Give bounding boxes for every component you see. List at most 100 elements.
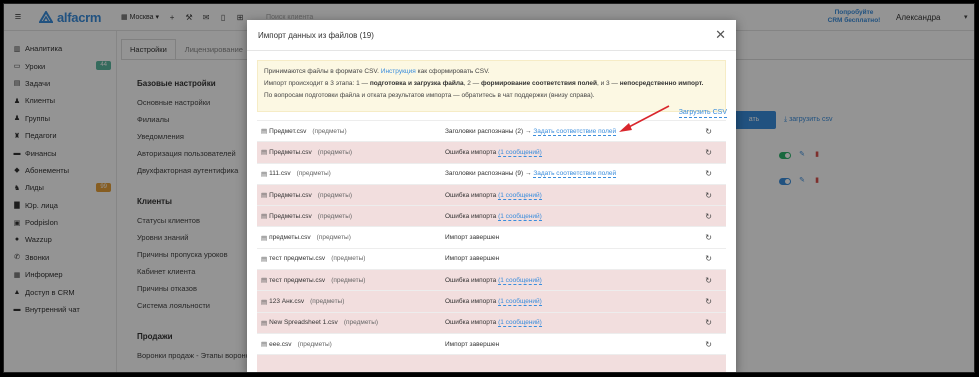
file-name: 111.csv xyxy=(269,170,291,178)
table-row: ▤ тест предметы.csv (предметы) Ошибка импор… xyxy=(257,269,726,291)
file-icon: ▤ xyxy=(261,149,268,157)
status-link[interactable]: (1 сообщений) xyxy=(498,298,542,307)
file-type: (предметы) xyxy=(297,340,332,348)
import-status: Импорт завершен xyxy=(445,234,499,241)
import-status: Ошибка импорта (1 сообщений) xyxy=(445,212,542,221)
status-text: Ошибка импорта xyxy=(445,148,497,156)
file-icon: ▤ xyxy=(261,170,268,178)
notice-line-2: Импорт происходит в 3 этапа: 1 — подгото… xyxy=(264,78,719,90)
file-icon: ▤ xyxy=(261,277,268,285)
table-row: ▤ Предметы.csv (предметы) Ошибка импорта (1… xyxy=(257,183,726,206)
upload-csv-button[interactable]: Загрузить CSV xyxy=(678,108,727,118)
file-icon: ▤ xyxy=(261,341,268,349)
modal-header: Импорт данных из файлов (19) ✕ xyxy=(247,20,736,51)
file-type: (предметы) xyxy=(312,127,347,135)
notice-text: Принимаются файлы в формате CSV. xyxy=(264,68,379,75)
status-text: Импорт завершен xyxy=(445,234,500,242)
notice-text: Импорт происходит в 3 этапа: 1 — xyxy=(264,80,369,87)
file-type: (предметы) xyxy=(317,191,353,199)
file-cell: ▤ 123 Анк.csv (предметы) xyxy=(261,298,344,306)
file-type: (предметы) xyxy=(317,148,353,156)
refresh-icon[interactable]: ↻ xyxy=(705,212,712,221)
file-type: (предметы) xyxy=(343,319,379,327)
import-status: Заголовки распознаны (9) → Задать соотве… xyxy=(445,170,617,179)
table-row: ▤ Предметы.csv (предметы) Ошибка импорта (1… xyxy=(257,205,726,227)
modal-title: Импорт данных из файлов (19) xyxy=(258,30,374,40)
table-row: ▤ предметы.csv (предметы) Импорт завершен ↻ xyxy=(257,226,726,247)
file-name: тест предметы.csv xyxy=(269,255,326,263)
file-cell: ▤ Предметы.csv (предметы) xyxy=(261,191,353,200)
import-notice: Принимаются файлы в формате CSV. Инструк… xyxy=(257,60,726,112)
import-status: Ошибка импорта (1 сообщений) xyxy=(445,148,542,157)
refresh-icon[interactable]: ↻ xyxy=(705,318,712,327)
import-status: Ошибка импорта (1 сообщений) xyxy=(445,319,542,328)
refresh-icon[interactable]: ↻ xyxy=(705,191,712,200)
file-icon: ▤ xyxy=(261,128,268,136)
table-row: ▤ Предметы.csv (предметы) Ошибка импорта (1… xyxy=(257,141,726,163)
import-modal: Импорт данных из файлов (19) ✕ Принимают… xyxy=(247,20,736,372)
table-row: ▤ тест предметы.csv (предметы) Импорт завер… xyxy=(257,247,726,269)
status-link[interactable]: Задать соответствие полей xyxy=(533,127,617,136)
status-text: Импорт завершен xyxy=(445,255,500,263)
file-name: еее.csv xyxy=(269,340,292,348)
file-icon: ▤ xyxy=(261,319,268,327)
status-link[interactable]: Задать соответствие полей xyxy=(533,170,617,179)
table-row: ▤ 123 Анк.csv (предметы) Ошибка импорта (1 … xyxy=(257,290,726,312)
import-status: Ошибка импорта (1 сообщений) xyxy=(445,191,542,200)
file-type: (предметы) xyxy=(331,276,366,284)
table-row: ▤ еее.csv (предметы) Импорт завершен ↻ xyxy=(257,332,726,354)
file-type: (предметы) xyxy=(296,170,331,178)
status-text: Ошибка импорта xyxy=(445,298,497,306)
status-text: Ошибка импорта xyxy=(445,212,497,220)
notice-text: как сформировать CSV. xyxy=(417,68,490,75)
refresh-icon[interactable]: ↻ xyxy=(705,297,712,306)
status-link[interactable]: (1 сообщений) xyxy=(498,212,542,221)
instruction-link[interactable]: Инструкция xyxy=(381,68,416,75)
file-cell: ▤ 111.csv (предметы) xyxy=(261,170,331,178)
status-text: Заголовки распознаны (9) → xyxy=(445,170,532,178)
refresh-icon[interactable]: ↻ xyxy=(705,276,712,285)
file-name: Предметы.csv xyxy=(269,212,312,220)
file-icon: ▤ xyxy=(261,298,268,306)
notice-text: , и 3 — xyxy=(596,80,618,87)
table-row: ▤ Предмет.csv (предметы) Заголовки распозна… xyxy=(257,120,726,141)
import-status: Заголовки распознаны (2) → Задать соотве… xyxy=(445,127,617,136)
notice-bold: подготовка и загрузка файла xyxy=(369,80,464,87)
table-row xyxy=(257,354,726,372)
file-name: Предметы.csv xyxy=(269,148,312,156)
file-icon: ▤ xyxy=(261,234,268,242)
import-table: ▤ Предмет.csv (предметы) Заголовки распозна… xyxy=(257,120,726,372)
close-icon[interactable]: ✕ xyxy=(715,28,726,41)
app-window: ≡ alfacrm ▦ Москва ▾ + ⚒ ✉ ▯ ⊞ Поиск кли… xyxy=(3,3,975,373)
file-name: Предмет.csv xyxy=(269,127,307,135)
refresh-icon[interactable]: ↻ xyxy=(705,169,712,178)
import-status: Импорт завершен xyxy=(445,255,499,262)
status-link[interactable]: (1 сообщений) xyxy=(498,276,542,285)
file-cell: ▤ Предметы.csv (предметы) xyxy=(261,148,353,157)
status-text: Ошибка импорта xyxy=(445,191,497,199)
file-name: тест предметы.csv xyxy=(269,276,326,284)
refresh-icon[interactable]: ↻ xyxy=(705,233,712,242)
file-cell: ▤ New Spreadsheet 1.csv (предметы) xyxy=(261,319,378,327)
file-cell: ▤ еее.csv (предметы) xyxy=(261,340,332,349)
refresh-icon[interactable]: ↻ xyxy=(705,127,712,136)
status-link[interactable]: (1 сообщений) xyxy=(498,148,542,157)
import-status: Ошибка импорта (1 сообщений) xyxy=(445,298,542,307)
notice-text: , 2 — xyxy=(463,80,480,87)
refresh-icon[interactable]: ↻ xyxy=(705,254,712,263)
file-icon: ▤ xyxy=(261,255,268,263)
status-link[interactable]: (1 сообщений) xyxy=(498,191,542,200)
file-type: (предметы) xyxy=(310,298,345,306)
status-link[interactable]: (1 сообщений) xyxy=(498,319,542,328)
file-cell: ▤ Предметы.csv (предметы) xyxy=(261,212,352,221)
status-text: Заголовки распознаны (2) → xyxy=(445,127,532,135)
file-name: 123 Анк.csv xyxy=(269,298,305,306)
file-name: New Spreadsheet 1.csv xyxy=(269,319,338,327)
file-name: предметы.csv xyxy=(269,234,311,242)
notice-line-3: По вопросам подготовки файла и отката ре… xyxy=(264,92,595,99)
refresh-icon[interactable]: ↻ xyxy=(705,148,712,157)
table-row: ▤ 111.csv (предметы) Заголовки распознаны (… xyxy=(257,162,726,184)
status-text: Импорт завершен xyxy=(445,340,500,348)
refresh-icon[interactable]: ↻ xyxy=(705,340,712,349)
file-type: (предметы) xyxy=(331,255,366,263)
